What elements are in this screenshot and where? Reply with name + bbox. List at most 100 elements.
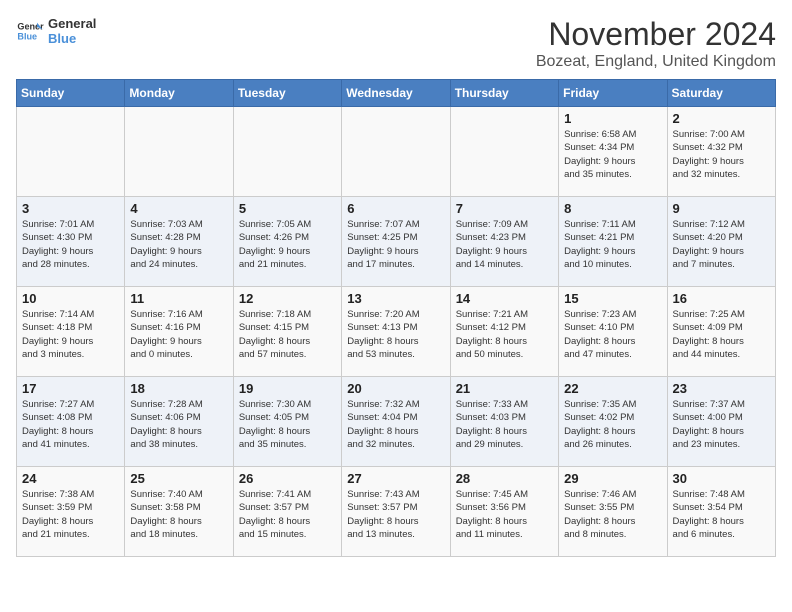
day-info: Sunrise: 7:16 AM Sunset: 4:16 PM Dayligh… <box>130 308 227 361</box>
calendar-cell: 15Sunrise: 7:23 AM Sunset: 4:10 PM Dayli… <box>559 287 667 377</box>
day-info: Sunrise: 7:12 AM Sunset: 4:20 PM Dayligh… <box>673 218 770 271</box>
day-info: Sunrise: 7:38 AM Sunset: 3:59 PM Dayligh… <box>22 488 119 541</box>
calendar-subtitle: Bozeat, England, United Kingdom <box>536 53 776 71</box>
week-row-3: 10Sunrise: 7:14 AM Sunset: 4:18 PM Dayli… <box>17 287 776 377</box>
calendar-cell: 4Sunrise: 7:03 AM Sunset: 4:28 PM Daylig… <box>125 197 233 287</box>
calendar-cell: 19 Sunrise: 7:30 AM Sunset: 4:05 PM Dayli… <box>233 377 341 467</box>
calendar-cell: 25 Sunrise: 7:40 AM Sunset: 3:58 PM Dayli… <box>125 467 233 557</box>
calendar-cell: 3 Sunrise: 7:01 AM Sunset: 4:30 PM Daylig… <box>17 197 125 287</box>
day-number: 21 <box>456 381 553 396</box>
calendar-cell: 1 Sunrise: 6:58 AM Sunset: 4:34 PM Daylig… <box>559 107 667 197</box>
calendar-table: SundayMondayTuesdayWednesdayThursdayFrid… <box>16 79 776 557</box>
week-row-2: 3 Sunrise: 7:01 AM Sunset: 4:30 PM Daylig… <box>17 197 776 287</box>
logo: General Blue General Blue <box>16 16 96 46</box>
calendar-cell <box>233 107 341 197</box>
day-number: 3 <box>22 201 119 216</box>
day-number: 25 <box>130 471 227 486</box>
day-info: Sunrise: 7:00 AM Sunset: 4:32 PM Dayligh… <box>673 128 770 181</box>
day-number: 29 <box>564 471 661 486</box>
day-number: 7 <box>456 201 553 216</box>
calendar-title: November 2024 <box>536 16 776 53</box>
logo-icon: General Blue <box>16 17 44 45</box>
calendar-cell: 21Sunrise: 7:33 AM Sunset: 4:03 PM Dayli… <box>450 377 558 467</box>
day-number: 22 <box>564 381 661 396</box>
calendar-cell: 8 Sunrise: 7:11 AM Sunset: 4:21 PM Daylig… <box>559 197 667 287</box>
day-number: 15 <box>564 291 661 306</box>
logo-line2: Blue <box>48 31 96 46</box>
calendar-cell: 10Sunrise: 7:14 AM Sunset: 4:18 PM Dayli… <box>17 287 125 377</box>
day-info: Sunrise: 7:09 AM Sunset: 4:23 PM Dayligh… <box>456 218 553 271</box>
day-info: Sunrise: 7:20 AM Sunset: 4:13 PM Dayligh… <box>347 308 444 361</box>
calendar-cell: 18 Sunrise: 7:28 AM Sunset: 4:06 PM Dayli… <box>125 377 233 467</box>
day-info: Sunrise: 6:58 AM Sunset: 4:34 PM Dayligh… <box>564 128 661 181</box>
calendar-cell: 2 Sunrise: 7:00 AM Sunset: 4:32 PM Daylig… <box>667 107 775 197</box>
day-number: 28 <box>456 471 553 486</box>
calendar-cell: 20 Sunrise: 7:32 AM Sunset: 4:04 PM Dayli… <box>342 377 450 467</box>
calendar-cell <box>125 107 233 197</box>
calendar-cell <box>17 107 125 197</box>
day-info: Sunrise: 7:18 AM Sunset: 4:15 PM Dayligh… <box>239 308 336 361</box>
day-number: 9 <box>673 201 770 216</box>
day-number: 16 <box>673 291 770 306</box>
calendar-cell: 11 Sunrise: 7:16 AM Sunset: 4:16 PM Dayli… <box>125 287 233 377</box>
day-info: Sunrise: 7:48 AM Sunset: 3:54 PM Dayligh… <box>673 488 770 541</box>
calendar-cell <box>342 107 450 197</box>
day-number: 14 <box>456 291 553 306</box>
day-number: 1 <box>564 111 661 126</box>
calendar-cell: 7 Sunrise: 7:09 AM Sunset: 4:23 PM Daylig… <box>450 197 558 287</box>
col-header-friday: Friday <box>559 80 667 107</box>
day-info: Sunrise: 7:45 AM Sunset: 3:56 PM Dayligh… <box>456 488 553 541</box>
day-info: Sunrise: 7:05 AM Sunset: 4:26 PM Dayligh… <box>239 218 336 271</box>
day-number: 19 <box>239 381 336 396</box>
week-row-1: 1 Sunrise: 6:58 AM Sunset: 4:34 PM Daylig… <box>17 107 776 197</box>
day-info: Sunrise: 7:37 AM Sunset: 4:00 PM Dayligh… <box>673 398 770 451</box>
day-number: 13 <box>347 291 444 306</box>
day-number: 8 <box>564 201 661 216</box>
day-info: Sunrise: 7:40 AM Sunset: 3:58 PM Dayligh… <box>130 488 227 541</box>
calendar-cell: 22 Sunrise: 7:35 AM Sunset: 4:02 PM Dayli… <box>559 377 667 467</box>
col-header-thursday: Thursday <box>450 80 558 107</box>
day-info: Sunrise: 7:30 AM Sunset: 4:05 PM Dayligh… <box>239 398 336 451</box>
day-info: Sunrise: 7:21 AM Sunset: 4:12 PM Dayligh… <box>456 308 553 361</box>
calendar-cell: 17 Sunrise: 7:27 AM Sunset: 4:08 PM Dayli… <box>17 377 125 467</box>
title-block: November 2024 Bozeat, England, United Ki… <box>536 16 776 71</box>
week-row-4: 17 Sunrise: 7:27 AM Sunset: 4:08 PM Dayli… <box>17 377 776 467</box>
day-info: Sunrise: 7:28 AM Sunset: 4:06 PM Dayligh… <box>130 398 227 451</box>
day-number: 17 <box>22 381 119 396</box>
day-number: 11 <box>130 291 227 306</box>
day-info: Sunrise: 7:35 AM Sunset: 4:02 PM Dayligh… <box>564 398 661 451</box>
day-info: Sunrise: 7:01 AM Sunset: 4:30 PM Dayligh… <box>22 218 119 271</box>
day-info: Sunrise: 7:27 AM Sunset: 4:08 PM Dayligh… <box>22 398 119 451</box>
day-number: 27 <box>347 471 444 486</box>
day-info: Sunrise: 7:03 AM Sunset: 4:28 PM Dayligh… <box>130 218 227 271</box>
day-number: 5 <box>239 201 336 216</box>
day-info: Sunrise: 7:07 AM Sunset: 4:25 PM Dayligh… <box>347 218 444 271</box>
day-number: 2 <box>673 111 770 126</box>
calendar-cell: 14 Sunrise: 7:21 AM Sunset: 4:12 PM Dayli… <box>450 287 558 377</box>
col-header-monday: Monday <box>125 80 233 107</box>
calendar-cell: 9 Sunrise: 7:12 AM Sunset: 4:20 PM Daylig… <box>667 197 775 287</box>
day-number: 20 <box>347 381 444 396</box>
day-number: 23 <box>673 381 770 396</box>
day-info: Sunrise: 7:32 AM Sunset: 4:04 PM Dayligh… <box>347 398 444 451</box>
calendar-cell: 24Sunrise: 7:38 AM Sunset: 3:59 PM Dayli… <box>17 467 125 557</box>
calendar-cell: 6 Sunrise: 7:07 AM Sunset: 4:25 PM Daylig… <box>342 197 450 287</box>
calendar-cell: 5 Sunrise: 7:05 AM Sunset: 4:26 PM Daylig… <box>233 197 341 287</box>
calendar-cell: 26Sunrise: 7:41 AM Sunset: 3:57 PM Dayli… <box>233 467 341 557</box>
day-number: 18 <box>130 381 227 396</box>
col-header-tuesday: Tuesday <box>233 80 341 107</box>
week-row-5: 24Sunrise: 7:38 AM Sunset: 3:59 PM Dayli… <box>17 467 776 557</box>
day-number: 26 <box>239 471 336 486</box>
calendar-cell: 30Sunrise: 7:48 AM Sunset: 3:54 PM Dayli… <box>667 467 775 557</box>
day-number: 6 <box>347 201 444 216</box>
calendar-cell: 12Sunrise: 7:18 AM Sunset: 4:15 PM Dayli… <box>233 287 341 377</box>
col-header-saturday: Saturday <box>667 80 775 107</box>
day-number: 10 <box>22 291 119 306</box>
calendar-cell: 23 Sunrise: 7:37 AM Sunset: 4:00 PM Dayli… <box>667 377 775 467</box>
day-info: Sunrise: 7:11 AM Sunset: 4:21 PM Dayligh… <box>564 218 661 271</box>
svg-text:Blue: Blue <box>17 31 37 41</box>
calendar-cell: 29Sunrise: 7:46 AM Sunset: 3:55 PM Dayli… <box>559 467 667 557</box>
calendar-cell: 28 Sunrise: 7:45 AM Sunset: 3:56 PM Dayli… <box>450 467 558 557</box>
calendar-cell: 16Sunrise: 7:25 AM Sunset: 4:09 PM Dayli… <box>667 287 775 377</box>
calendar-cell <box>450 107 558 197</box>
